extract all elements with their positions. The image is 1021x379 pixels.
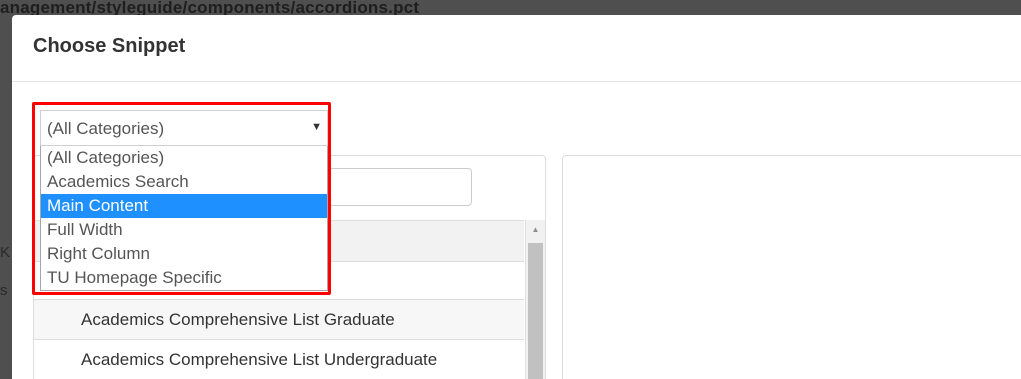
category-select[interactable]: (All Categories) ▼: [40, 110, 328, 146]
snippet-list-scrollbar[interactable]: ▲: [525, 220, 545, 379]
background-text-fragment: K: [0, 244, 11, 261]
snippet-preview-panel: [562, 155, 1021, 379]
category-dropdown-list: (All Categories) Academics Search Main C…: [40, 146, 328, 291]
list-item-label: Academics Comprehensive List Graduate: [81, 310, 395, 329]
background-text-fragment: s: [0, 282, 8, 299]
scroll-up-arrow-icon[interactable]: ▲: [526, 223, 545, 237]
list-item[interactable]: Academics Comprehensive List Undergradua…: [34, 340, 524, 379]
choose-snippet-modal: Choose Snippet Academics Comprehensive L…: [12, 15, 1021, 379]
scrollbar-thumb[interactable]: [528, 243, 543, 379]
category-option-full-width[interactable]: Full Width: [41, 218, 327, 242]
modal-header: Choose Snippet: [12, 15, 1021, 82]
category-option-right-column[interactable]: Right Column: [41, 242, 327, 266]
list-item[interactable]: Academics Comprehensive List Graduate: [34, 300, 524, 340]
modal-title: Choose Snippet: [33, 35, 186, 57]
category-option-academics-search[interactable]: Academics Search: [41, 170, 327, 194]
caret-down-icon: ▼: [311, 121, 322, 133]
category-select-value: (All Categories): [47, 119, 165, 138]
category-option-main-content[interactable]: Main Content: [41, 194, 327, 218]
category-option-all[interactable]: (All Categories): [41, 146, 327, 170]
list-item-label: Academics Comprehensive List Undergradua…: [81, 350, 438, 369]
snippet-search-input[interactable]: [309, 168, 472, 206]
category-option-tu-homepage-specific[interactable]: TU Homepage Specific: [41, 266, 327, 290]
